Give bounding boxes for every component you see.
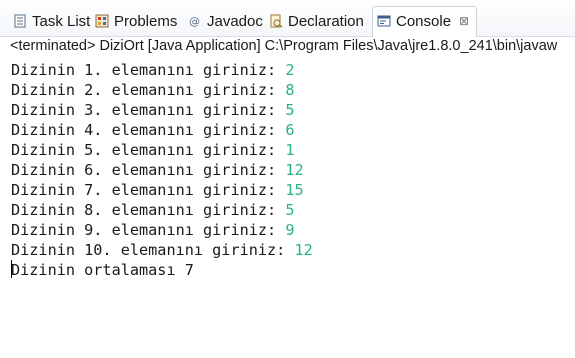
problems-icon — [95, 14, 109, 28]
console-prompt-text: Dizinin 6. elemanını giriniz: — [11, 161, 286, 179]
console-line: Dizinin 3. elemanını giriniz: 5 — [11, 100, 313, 120]
console-output[interactable]: Dizinin 1. elemanını giriniz: 2 Dizinin 2… — [11, 60, 313, 280]
console-line: Dizinin 4. elemanını giriniz: 6 — [11, 120, 313, 140]
console-user-input: 12 — [285, 161, 304, 179]
console-prompt-text: Dizinin 8. elemanını giriniz: — [11, 201, 286, 219]
console-line: Dizinin 5. elemanını giriniz: 1 — [11, 140, 313, 160]
console-icon — [377, 14, 391, 28]
console-prompt-text: Dizinin 4. elemanını giriniz: — [11, 121, 286, 139]
console-line: Dizinin ortalaması 7 — [11, 260, 313, 280]
tab-label: Declaration — [288, 12, 364, 30]
declaration-icon — [269, 14, 283, 28]
console-user-input: 15 — [285, 181, 304, 199]
view-tab-bar: Task List Problems @ Javadoc Declaration… — [0, 0, 575, 37]
console-user-input: 5 — [285, 201, 295, 219]
console-line: Dizinin 1. elemanını giriniz: 2 — [11, 60, 313, 80]
console-line: Dizinin 7. elemanını giriniz: 15 — [11, 180, 313, 200]
console-prompt-text: Dizinin ortalaması 7 — [11, 261, 194, 279]
console-status-header: <terminated> DiziOrt [Java Application] … — [10, 38, 558, 54]
console-prompt-text: Dizinin 3. elemanını giriniz: — [11, 101, 286, 119]
console-user-input: 8 — [285, 81, 295, 99]
javadoc-icon: @ — [188, 14, 202, 28]
tab-label: Javadoc — [207, 12, 263, 30]
task-list-icon — [13, 14, 27, 28]
console-prompt-text: Dizinin 9. elemanını giriniz: — [11, 221, 286, 239]
tab-problems[interactable]: Problems — [95, 8, 177, 34]
tab-label: Console — [396, 12, 452, 30]
text-caret — [11, 260, 12, 278]
tab-javadoc[interactable]: @ Javadoc — [188, 8, 263, 34]
console-prompt-text: Dizinin 2. elemanını giriniz: — [11, 81, 286, 99]
console-user-input: 6 — [285, 121, 295, 139]
console-user-input: 2 — [285, 61, 295, 79]
console-user-input: 1 — [285, 141, 295, 159]
tab-label: Problems — [114, 12, 178, 30]
tab-label: Task List — [32, 12, 91, 30]
console-user-input: 12 — [294, 241, 313, 259]
tab-declaration[interactable]: Declaration — [269, 8, 364, 34]
console-line: Dizinin 2. elemanını giriniz: 8 — [11, 80, 313, 100]
console-prompt-text: Dizinin 5. elemanını giriniz: — [11, 141, 286, 159]
console-user-input: 5 — [285, 101, 295, 119]
svg-text:@: @ — [189, 15, 200, 28]
console-user-input: 9 — [285, 221, 295, 239]
tab-task-list[interactable]: Task List — [13, 8, 90, 34]
console-prompt-text: Dizinin 7. elemanını giriniz: — [11, 181, 286, 199]
console-prompt-text: Dizinin 1. elemanını giriniz: — [11, 61, 286, 79]
console-line: Dizinin 6. elemanını giriniz: 12 — [11, 160, 313, 180]
console-line: Dizinin 8. elemanını giriniz: 5 — [11, 200, 313, 220]
tab-console[interactable]: Console ⊠ — [377, 8, 469, 34]
eclipse-console-view: Task List Problems @ Javadoc Declaration… — [0, 0, 575, 358]
close-icon[interactable]: ⊠ — [459, 14, 469, 28]
console-line: Dizinin 10. elemanını giriniz: 12 — [11, 240, 313, 260]
console-line: Dizinin 9. elemanını giriniz: 9 — [11, 220, 313, 240]
console-prompt-text: Dizinin 10. elemanını giriniz: — [11, 241, 295, 259]
